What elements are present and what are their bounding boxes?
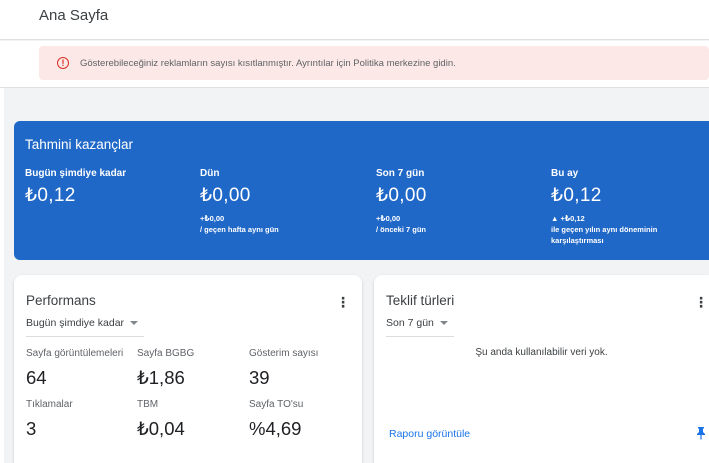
top-bar: Ana Sayfa [0,0,709,40]
caret-down-icon [439,321,448,326]
metric-impressions[interactable]: Gösterim sayısı 39 [249,348,353,389]
policy-alert[interactable]: ! Gösterebileceğiniz reklamların sayısı … [39,46,709,80]
earnings-value: ₺0,12 [551,185,602,206]
performance-card: Performans ⋮ Bugün şimdiye kadar Sayfa g… [14,275,362,463]
earnings-label: Son 7 gün [376,168,425,179]
earnings-this-month[interactable]: Bu ay ₺0,12 ▲ +₺0,12 ile geçen yılın ayn… [551,168,701,246]
left-edge [0,88,4,463]
metric-page-ctr[interactable]: Sayfa TO'su %4,69 [249,399,353,440]
metric-value: 39 [249,367,270,388]
alert-strip: ! Gösterebileceğiniz reklamların sayısı … [0,41,709,88]
caret-down-icon [130,321,139,326]
performance-range-dropdown[interactable]: Bugün şimdiye kadar [26,317,145,337]
metric-page-rpm[interactable]: Sayfa BGBG ₺1,86 [137,348,241,389]
page-title: Ana Sayfa [39,7,109,24]
metric-label: TBM [137,399,159,410]
metric-label: Sayfa TO'su [249,399,304,410]
more-vert-icon[interactable]: ⋮ [694,295,708,309]
earnings-value: ₺0,00 [376,185,427,206]
earnings-value: ₺0,00 [200,185,251,206]
pin-icon[interactable] [696,426,706,445]
dropdown-value: Son 7 gün [386,317,434,329]
metric-value: ₺0,04 [137,418,185,439]
metric-page-views[interactable]: Sayfa görüntülemeleri 64 [26,348,130,389]
performance-title: Performans [26,293,96,308]
earnings-compare: ile geçen yılın aynı döneminin karşılaşt… [551,225,658,245]
earnings-value: ₺0,12 [25,185,76,206]
view-report-link[interactable]: Raporu görüntüle [389,428,470,440]
metric-label: Tıklamalar [26,399,73,410]
earnings-delta: +₺0,00 [376,214,401,223]
earnings-label: Dün [200,168,220,179]
metric-cpc[interactable]: TBM ₺0,04 [137,399,241,440]
earnings-label: Bu ay [551,168,579,179]
more-vert-icon[interactable]: ⋮ [336,295,350,309]
earnings-delta: +₺0,00 [200,214,225,223]
metric-clicks[interactable]: Tıklamalar 3 [26,399,130,440]
earnings-delta: ▲ +₺0,12 [551,214,585,223]
earnings-yesterday[interactable]: Dün ₺0,00 +₺0,00 / geçen hafta aynı gün [200,168,279,235]
earnings-compare: / önceki 7 gün [376,225,427,234]
metric-value: 64 [26,367,47,388]
earnings-label: Bugün şimdiye kadar [25,168,127,179]
alert-text: Gösterebileceğiniz reklamların sayısı kı… [80,57,456,69]
metric-value: ₺1,86 [137,367,185,388]
metric-label: Sayfa görüntülemeleri [26,348,124,359]
no-data-message: Şu anda kullanılabilir veri yok. [475,347,608,358]
earnings-title: Tahmini kazançlar [25,137,134,152]
earnings-compare: / geçen hafta aynı gün [200,225,279,234]
metric-label: Gösterim sayısı [249,348,319,359]
bid-types-range-dropdown[interactable]: Son 7 gün [386,317,454,337]
bid-types-card: Teklif türleri ⋮ Son 7 gün Şu anda kulla… [374,275,709,463]
error-icon: ! [57,57,69,69]
bid-types-title: Teklif türleri [386,293,455,308]
earnings-today[interactable]: Bugün şimdiye kadar ₺0,12 [25,168,126,207]
metric-value: 3 [26,418,37,439]
metric-label: Sayfa BGBG [137,348,195,359]
dropdown-value: Bugün şimdiye kadar [26,317,125,329]
metric-value: %4,69 [249,418,302,439]
estimated-earnings-card: Tahmini kazançlar Bugün şimdiye kadar ₺0… [14,121,709,260]
earnings-last-7-days[interactable]: Son 7 gün ₺0,00 +₺0,00 / önceki 7 gün [376,168,427,235]
